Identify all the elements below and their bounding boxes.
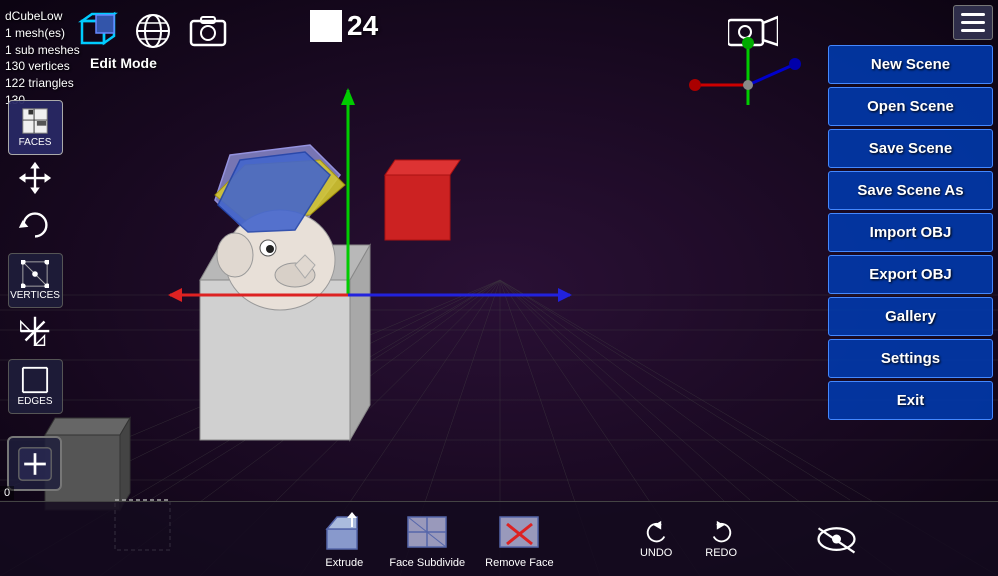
hamburger-menu-button[interactable]	[953, 5, 993, 40]
visibility-toggle-button[interactable]	[814, 519, 859, 559]
redo-button[interactable]: REDO	[699, 519, 744, 559]
add-button[interactable]	[7, 436, 62, 491]
redo-label: REDO	[705, 547, 737, 559]
coordinates-display: 0	[0, 486, 14, 500]
edges-tool-button[interactable]: EDGES	[8, 359, 63, 414]
cube-edit-icon[interactable]	[75, 8, 120, 53]
import-obj-button[interactable]: Import OBJ	[828, 213, 993, 252]
globe-icon[interactable]	[130, 8, 175, 53]
remove-face-label: Remove Face	[485, 557, 553, 569]
remove-face-tool-button[interactable]: Remove Face	[485, 509, 553, 569]
face-subdivide-label: Face Subdivide	[389, 557, 465, 569]
export-obj-button[interactable]: Export OBJ	[828, 255, 993, 294]
vertices-tool-button[interactable]: VERTICES	[8, 253, 63, 308]
faces-tool-button[interactable]: FACES	[8, 100, 63, 155]
save-scene-as-button[interactable]: Save Scene As	[828, 171, 993, 210]
save-scene-button[interactable]: Save Scene	[828, 129, 993, 168]
new-scene-button[interactable]: New Scene	[828, 45, 993, 84]
top-toolbar	[75, 8, 230, 53]
face-subdivide-tool-button[interactable]: Face Subdivide	[389, 509, 465, 569]
vertices-label: VERTICES	[10, 290, 60, 301]
move-icon[interactable]	[16, 159, 54, 202]
settings-button[interactable]: Settings	[828, 339, 993, 378]
face-subdivide-icon	[402, 509, 452, 554]
hamburger-line-2	[961, 21, 985, 24]
open-scene-button[interactable]: Open Scene	[828, 87, 993, 126]
edges-label: EDGES	[17, 396, 52, 407]
faces-label: FACES	[19, 137, 52, 148]
hamburger-line-1	[961, 13, 985, 16]
orientation-gizmo	[683, 35, 813, 125]
undo-label: UNDO	[640, 547, 672, 559]
scale-icon[interactable]	[16, 312, 54, 355]
frame-square	[310, 10, 342, 42]
extrude-tool-button[interactable]: Extrude	[319, 509, 369, 569]
screenshot-icon[interactable]	[185, 8, 230, 53]
bottom-toolbar: Extrude Face Subdivide Remove Face	[0, 501, 998, 576]
extrude-label: Extrude	[325, 557, 363, 569]
edit-mode-label: Edit Mode	[90, 55, 157, 71]
remove-face-icon	[494, 509, 544, 554]
rotate-icon[interactable]	[16, 206, 54, 249]
frame-count: 24	[310, 10, 378, 42]
hamburger-line-3	[961, 29, 985, 32]
gallery-button[interactable]: Gallery	[828, 297, 993, 336]
undo-button[interactable]: UNDO	[634, 519, 679, 559]
extrude-icon	[319, 509, 369, 554]
right-menu-panel: New SceneOpen SceneSave SceneSave Scene …	[828, 45, 993, 420]
frame-number: 24	[347, 10, 378, 42]
exit-button[interactable]: Exit	[828, 381, 993, 420]
